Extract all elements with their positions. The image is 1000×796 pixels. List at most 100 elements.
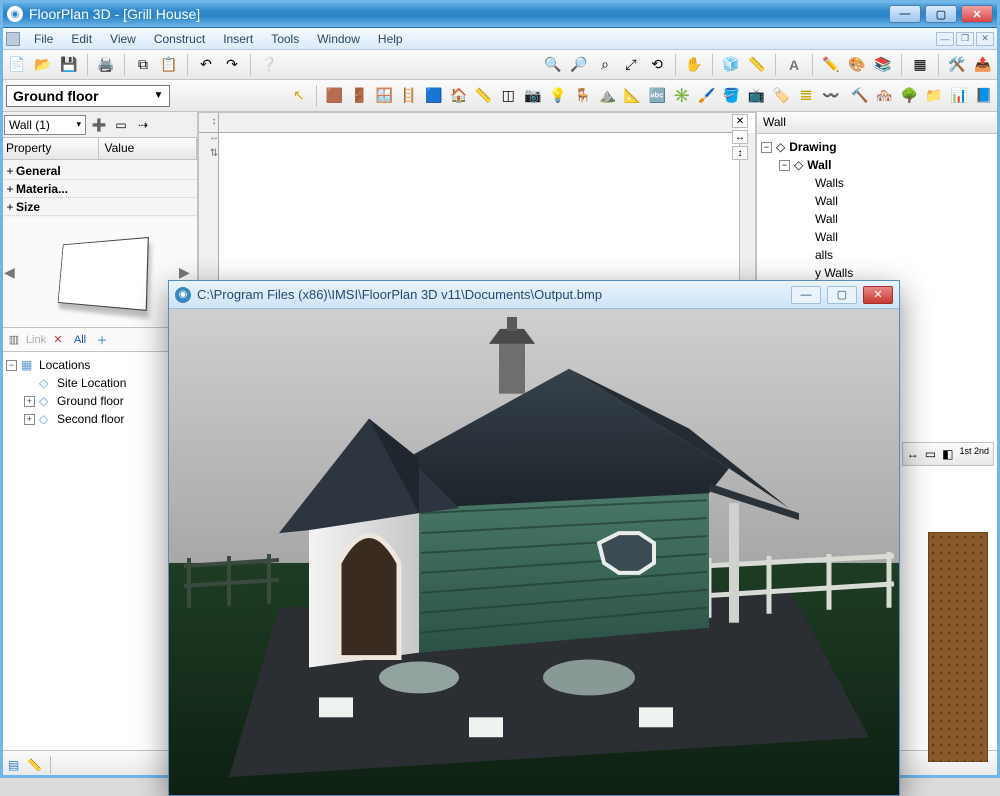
help-icon[interactable]: ❔ bbox=[258, 54, 280, 76]
stairs-icon[interactable]: 🪜 bbox=[399, 85, 420, 107]
panel-close-icon[interactable]: ✕ bbox=[732, 114, 748, 128]
slab-icon[interactable]: ◫ bbox=[498, 85, 519, 107]
rtree-l2[interactable]: Wall bbox=[761, 210, 996, 228]
gutter-down-icon[interactable]: ⇅ bbox=[206, 146, 222, 160]
gutter-mid-icon[interactable]: ↔ bbox=[206, 130, 222, 144]
print-icon[interactable]: 🖨️ bbox=[95, 54, 117, 76]
loc-all-label[interactable]: All bbox=[72, 332, 88, 348]
mdi-minimize[interactable]: — bbox=[936, 32, 954, 46]
preview-next-icon[interactable]: ▶ bbox=[179, 264, 193, 281]
prop-size[interactable]: +Size bbox=[0, 198, 197, 216]
settings-icon[interactable]: 🛠️ bbox=[946, 54, 968, 76]
library-icon[interactable]: 📚 bbox=[872, 54, 894, 76]
pencil-icon[interactable]: ✏️ bbox=[820, 54, 842, 76]
texture-swatch[interactable] bbox=[928, 532, 988, 762]
rtree-l4[interactable]: alls bbox=[761, 246, 996, 264]
menu-file[interactable]: File bbox=[26, 30, 61, 48]
menu-insert[interactable]: Insert bbox=[215, 30, 261, 48]
mdi-close[interactable]: ✕ bbox=[976, 32, 994, 46]
loc-delete-icon[interactable]: ✕ bbox=[50, 332, 66, 348]
tag-icon[interactable]: 🏷️ bbox=[771, 85, 792, 107]
paste-icon[interactable]: 📋 bbox=[158, 54, 180, 76]
render-minimize-button[interactable]: — bbox=[791, 286, 821, 304]
palette-icon[interactable]: 🎨 bbox=[846, 54, 868, 76]
door-icon[interactable]: 🚪 bbox=[349, 85, 370, 107]
paint-icon[interactable]: 🖌️ bbox=[696, 85, 717, 107]
zoom-out-icon[interactable]: 🔎 bbox=[568, 54, 590, 76]
wall-group-icon[interactable]: ▭ bbox=[112, 116, 130, 134]
fill-icon[interactable]: 🪣 bbox=[721, 85, 742, 107]
rtree-l0[interactable]: Walls bbox=[761, 174, 996, 192]
mode-c-icon[interactable]: 🌳 bbox=[899, 85, 920, 107]
float-toolbar[interactable]: ↔ ▭ ◧ 1st 2nd bbox=[902, 442, 994, 466]
menu-help[interactable]: Help bbox=[370, 30, 411, 48]
beam-icon[interactable]: 📏 bbox=[473, 85, 494, 107]
pan-icon[interactable]: ✋ bbox=[683, 54, 705, 76]
menu-tools[interactable]: Tools bbox=[263, 30, 307, 48]
panel-down-icon[interactable]: ↕ bbox=[732, 146, 748, 160]
save-icon[interactable]: 💾 bbox=[58, 54, 80, 76]
prop-general[interactable]: +General bbox=[0, 162, 197, 180]
col-property[interactable]: Property bbox=[0, 138, 99, 159]
menu-window[interactable]: Window bbox=[309, 30, 368, 48]
zoom-extents-icon[interactable]: ⤢ bbox=[620, 54, 642, 76]
mode-e-icon[interactable]: 📊 bbox=[949, 85, 970, 107]
loc-ground[interactable]: +◇ Ground floor bbox=[2, 392, 195, 410]
status-icon-2[interactable]: 📏 bbox=[27, 758, 42, 772]
gutter-up-icon[interactable]: ↕ bbox=[206, 114, 222, 128]
close-button[interactable]: ✕ bbox=[961, 5, 993, 23]
menu-view[interactable]: View bbox=[102, 30, 144, 48]
rtree-l3[interactable]: Wall bbox=[761, 228, 996, 246]
path-icon[interactable]: 〰️ bbox=[820, 85, 841, 107]
mode-f-icon[interactable]: 📘 bbox=[973, 85, 994, 107]
mdi-restore[interactable]: ❐ bbox=[956, 32, 974, 46]
loc-second[interactable]: +◇ Second floor bbox=[2, 410, 195, 428]
status-icon-1[interactable]: ▤ bbox=[8, 758, 19, 772]
mode-a-icon[interactable]: 🔨 bbox=[849, 85, 870, 107]
minimize-button[interactable]: — bbox=[889, 5, 921, 23]
wall-link-icon[interactable]: ⇢ bbox=[134, 116, 152, 134]
camera-icon[interactable]: 📷 bbox=[523, 85, 544, 107]
symbol-icon[interactable]: ✳️ bbox=[672, 85, 693, 107]
rtree-l1[interactable]: Wall bbox=[761, 192, 996, 210]
measure-icon[interactable]: 📏 bbox=[746, 54, 768, 76]
export-icon[interactable]: 📤 bbox=[972, 54, 994, 76]
col-value[interactable]: Value bbox=[99, 138, 198, 159]
render-close-button[interactable]: ✕ bbox=[863, 286, 893, 304]
panel-left-icon[interactable]: ↔ bbox=[732, 130, 748, 144]
loc-site[interactable]: ◇ Site Location bbox=[2, 374, 195, 392]
menu-edit[interactable]: Edit bbox=[63, 30, 100, 48]
loc-root[interactable]: −▦ Locations bbox=[2, 356, 195, 374]
redo-icon[interactable]: ↷ bbox=[221, 54, 243, 76]
wall-add-icon[interactable]: ➕ bbox=[90, 116, 108, 134]
float-icon-3[interactable]: ◧ bbox=[942, 447, 953, 461]
render-window[interactable]: ◉ C:\Program Files (x86)\IMSI\FloorPlan … bbox=[168, 280, 900, 796]
text-icon[interactable]: 🔤 bbox=[647, 85, 668, 107]
new-icon[interactable]: 📄 bbox=[6, 54, 28, 76]
zoom-in-icon[interactable]: 🔍 bbox=[542, 54, 564, 76]
column-icon[interactable]: 🟦 bbox=[423, 85, 444, 107]
undo-icon[interactable]: ↶ bbox=[195, 54, 217, 76]
pointer-icon[interactable]: ↖ bbox=[288, 85, 309, 107]
zoom-prev-icon[interactable]: ⟲ bbox=[646, 54, 668, 76]
loc-tool-1-icon[interactable]: ▥ bbox=[6, 332, 22, 348]
tv-icon[interactable]: 📺 bbox=[746, 85, 767, 107]
maximize-button[interactable]: ▢ bbox=[925, 5, 957, 23]
render-titlebar[interactable]: ◉ C:\Program Files (x86)\IMSI\FloorPlan … bbox=[169, 281, 899, 309]
prop-materials[interactable]: +Materia... bbox=[0, 180, 197, 198]
fence-icon[interactable]: 𝌆 bbox=[796, 85, 817, 107]
nav-a-icon[interactable]: A bbox=[783, 54, 805, 76]
zoom-window-icon[interactable]: ⌕ bbox=[594, 54, 616, 76]
open-icon[interactable]: 📂 bbox=[32, 54, 54, 76]
window-icon[interactable]: 🪟 bbox=[374, 85, 395, 107]
wall-icon[interactable]: 🟫 bbox=[324, 85, 345, 107]
render-maximize-button[interactable]: ▢ bbox=[827, 286, 857, 304]
light-icon[interactable]: 💡 bbox=[548, 85, 569, 107]
preview-thumb[interactable] bbox=[57, 236, 148, 310]
terrain-icon[interactable]: ⛰️ bbox=[597, 85, 618, 107]
render-icon[interactable]: 🧊 bbox=[720, 54, 742, 76]
furniture-icon[interactable]: 🪑 bbox=[572, 85, 593, 107]
rtree-root[interactable]: −◇ Drawing bbox=[761, 138, 996, 156]
doc-icon[interactable] bbox=[6, 32, 20, 46]
grid-icon[interactable]: ▦ bbox=[909, 54, 931, 76]
